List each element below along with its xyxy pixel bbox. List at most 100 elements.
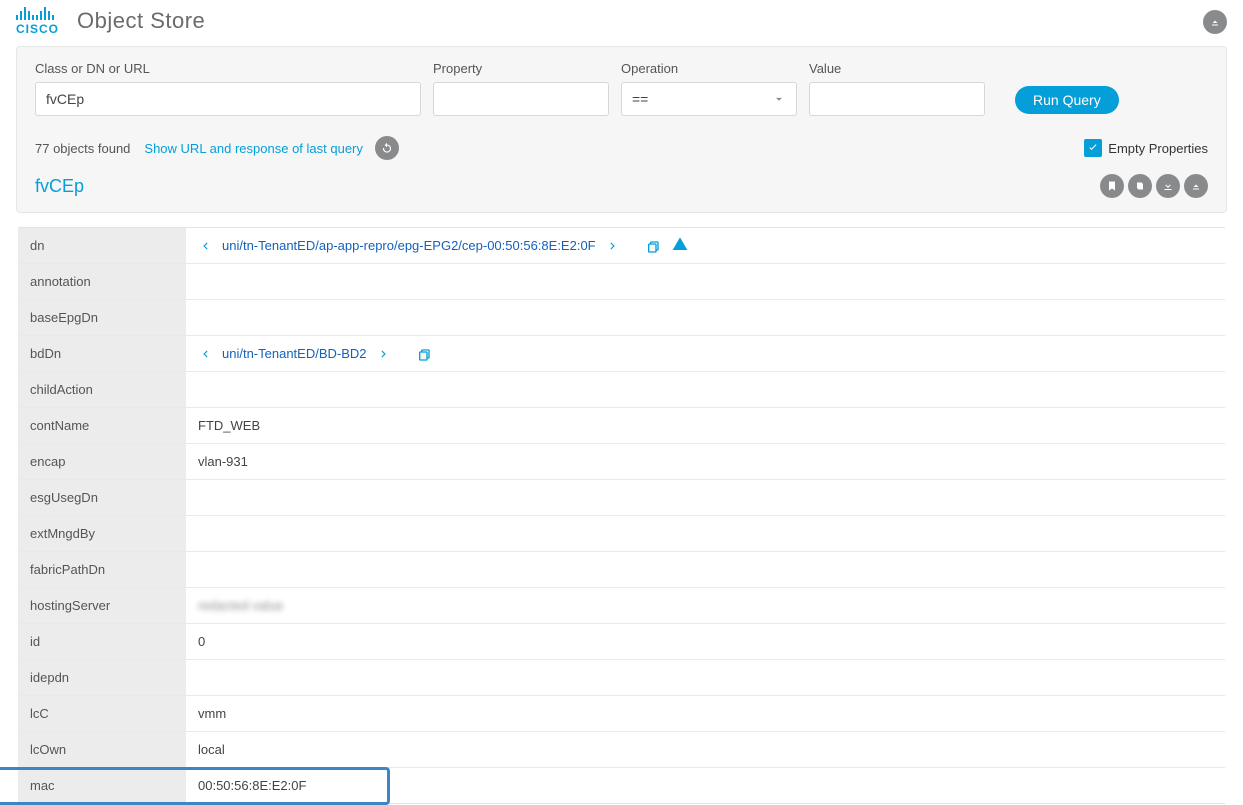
- cisco-logo: CISCO: [16, 6, 59, 36]
- upload-button[interactable]: [1184, 174, 1208, 198]
- property-value: FTD_WEB: [186, 408, 1225, 443]
- property-key: dn: [18, 228, 186, 263]
- operation-value: ==: [632, 91, 648, 107]
- table-row: encapvlan-931: [18, 443, 1225, 479]
- class-title-bar: fvCEp: [35, 174, 1208, 198]
- table-row: fabricPathDn: [18, 551, 1225, 587]
- copy-dn-button[interactable]: [417, 346, 433, 362]
- property-value: 00:50:56:8E:E2:0F: [186, 768, 1225, 803]
- property-key: hostingServer: [18, 588, 186, 623]
- table-row: idepdn: [18, 659, 1225, 695]
- property-value: [186, 552, 1225, 587]
- property-key: fabricPathDn: [18, 552, 186, 587]
- property-value: 0: [186, 624, 1225, 659]
- property-key: contName: [18, 408, 186, 443]
- table-row: contNameFTD_WEB: [18, 407, 1225, 443]
- empty-properties-checkbox[interactable]: [1084, 139, 1102, 157]
- object-action-buttons: [1100, 174, 1208, 198]
- refresh-icon: [380, 141, 394, 155]
- chevron-right-icon[interactable]: [606, 239, 620, 253]
- table-row: mac00:50:56:8E:E2:0F: [18, 767, 1225, 803]
- page-title: Object Store: [77, 8, 205, 34]
- table-row: hostingServerredacted value: [18, 587, 1225, 623]
- property-key: bdDn: [18, 336, 186, 371]
- property-value: uni/tn-TenantED/ap-app-repro/epg-EPG2/ce…: [186, 228, 1225, 263]
- chevron-left-icon[interactable]: [198, 239, 212, 253]
- empty-properties-label: Empty Properties: [1108, 141, 1208, 156]
- result-count: 77 objects found: [35, 141, 130, 156]
- value-field-group: Value: [809, 61, 985, 116]
- query-panel: Class or DN or URL Property Operation ==…: [16, 46, 1227, 213]
- table-row: lcOwnlocal: [18, 731, 1225, 767]
- class-field-group: Class or DN or URL: [35, 61, 421, 116]
- upload-top-button[interactable]: [1203, 10, 1227, 34]
- property-key: childAction: [18, 372, 186, 407]
- download-icon: [1162, 180, 1174, 192]
- bookmark-icon: [1106, 180, 1118, 192]
- upload-icon: [1209, 16, 1221, 28]
- property-key: esgUsegDn: [18, 480, 186, 515]
- value-input[interactable]: [809, 82, 985, 116]
- app-header: CISCO Object Store: [0, 0, 1243, 42]
- property-value: vlan-931: [186, 444, 1225, 479]
- table-row: childAction: [18, 371, 1225, 407]
- property-input[interactable]: [433, 82, 609, 116]
- run-query-button[interactable]: Run Query: [1015, 86, 1119, 114]
- property-key: idepdn: [18, 660, 186, 695]
- class-name-heading: fvCEp: [35, 176, 84, 197]
- operation-label: Operation: [621, 61, 797, 76]
- query-row: Class or DN or URL Property Operation ==…: [35, 61, 1208, 116]
- dn-link[interactable]: uni/tn-TenantED/ap-app-repro/epg-EPG2/ce…: [222, 238, 596, 253]
- property-value: [186, 660, 1225, 695]
- property-value: [186, 516, 1225, 551]
- cisco-logo-bars: [16, 6, 54, 20]
- property-value: local: [186, 732, 1225, 767]
- copy-dn-button[interactable]: [646, 238, 662, 254]
- empty-properties-toggle[interactable]: Empty Properties: [1084, 139, 1208, 157]
- property-key: encap: [18, 444, 186, 479]
- class-input[interactable]: [35, 82, 421, 116]
- property-key: baseEpgDn: [18, 300, 186, 335]
- property-key: extMngdBy: [18, 516, 186, 551]
- bookmark-button[interactable]: [1100, 174, 1124, 198]
- property-key: lcOwn: [18, 732, 186, 767]
- property-value: uni/tn-TenantED/BD-BD2: [186, 336, 1225, 371]
- property-value: redacted value: [186, 588, 1225, 623]
- dn-link[interactable]: uni/tn-TenantED/BD-BD2: [222, 346, 367, 361]
- refresh-button[interactable]: [375, 136, 399, 160]
- operation-select[interactable]: ==: [621, 82, 797, 116]
- property-value: [186, 480, 1225, 515]
- table-row: annotation: [18, 263, 1225, 299]
- property-key: lcC: [18, 696, 186, 731]
- property-key: id: [18, 624, 186, 659]
- table-row: dn uni/tn-TenantED/ap-app-repro/epg-EPG2/…: [18, 228, 1225, 263]
- property-value: [186, 300, 1225, 335]
- check-icon: [1087, 142, 1099, 154]
- value-label: Value: [809, 61, 985, 76]
- copy-button[interactable]: [1128, 174, 1152, 198]
- show-url-link[interactable]: Show URL and response of last query: [144, 141, 362, 156]
- table-row: baseEpgDn: [18, 299, 1225, 335]
- chevron-down-icon: [772, 92, 786, 106]
- chevron-right-icon[interactable]: [377, 347, 391, 361]
- cisco-logo-text: CISCO: [16, 22, 59, 36]
- copy-icon: [1134, 180, 1146, 192]
- table-row: extMngdBy: [18, 515, 1225, 551]
- properties-table: dn uni/tn-TenantED/ap-app-repro/epg-EPG2/…: [18, 227, 1225, 804]
- property-value: [186, 372, 1225, 407]
- table-row: lcCvmm: [18, 695, 1225, 731]
- property-field-group: Property: [433, 61, 609, 116]
- status-row: 77 objects found Show URL and response o…: [35, 136, 1208, 160]
- download-button[interactable]: [1156, 174, 1180, 198]
- warning-icon[interactable]: [672, 236, 688, 255]
- table-row: id0: [18, 623, 1225, 659]
- table-row: bdDn uni/tn-TenantED/BD-BD2: [18, 335, 1225, 371]
- property-value: vmm: [186, 696, 1225, 731]
- class-label: Class or DN or URL: [35, 61, 421, 76]
- operation-field-group: Operation ==: [621, 61, 797, 116]
- chevron-left-icon[interactable]: [198, 347, 212, 361]
- upload-icon: [1190, 180, 1202, 192]
- property-key: mac: [18, 768, 186, 803]
- table-row: esgUsegDn: [18, 479, 1225, 515]
- property-label: Property: [433, 61, 609, 76]
